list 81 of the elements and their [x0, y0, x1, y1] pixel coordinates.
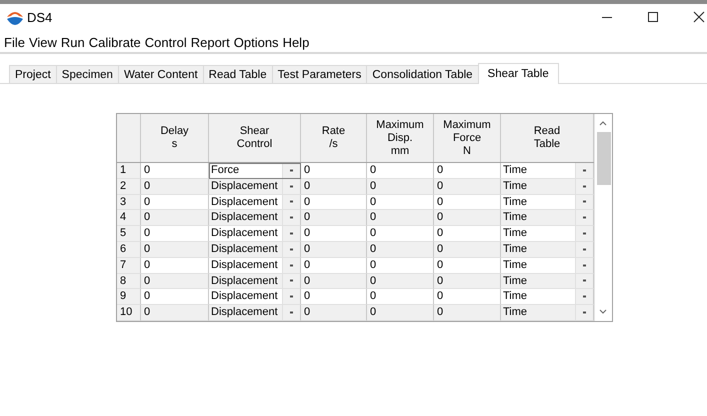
column-header: Delay s	[141, 114, 209, 162]
dropdown-icon	[290, 295, 293, 298]
menu-item[interactable]: Calibrate	[88, 34, 141, 50]
table-cell: 0	[434, 274, 501, 290]
dropdown-icon	[583, 311, 586, 314]
maximize-icon[interactable]	[647, 11, 659, 23]
table-cell: 0	[434, 210, 501, 226]
menu-item[interactable]: Options	[234, 34, 279, 50]
table-cell: 0	[434, 242, 501, 258]
column-header: Shear Control	[209, 114, 301, 162]
table-cell: 0	[434, 305, 501, 321]
row-number: 6	[117, 242, 141, 258]
dropdown-icon	[290, 168, 293, 172]
table-cell: 0	[301, 210, 367, 226]
column-header: Read Table	[501, 114, 594, 162]
tab[interactable]: Project	[9, 65, 56, 83]
table-cell: 0	[301, 305, 367, 321]
dropdown-icon	[290, 200, 293, 204]
table-cell: 0	[141, 274, 209, 290]
dropdown-icon	[290, 311, 293, 314]
row-number: 10	[117, 305, 141, 321]
dropdown-icon	[583, 232, 586, 236]
table-cell: 0	[301, 242, 367, 258]
dropdown-icon	[290, 264, 293, 267]
menu-item[interactable]: File	[4, 34, 25, 50]
dropdown-icon	[583, 248, 586, 251]
row-number: 9	[117, 289, 141, 306]
tab[interactable]: Shear Table	[478, 63, 559, 84]
scroll-down-icon[interactable]	[599, 308, 607, 315]
menu-item[interactable]: View	[28, 34, 57, 50]
tab[interactable]: Read Table	[202, 65, 272, 83]
dropdown-cell[interactable]: Time	[501, 305, 594, 321]
table-cell: 0	[367, 210, 434, 226]
column-header: Maximum Disp. mm	[367, 114, 434, 162]
table-cell: 0	[367, 178, 434, 195]
dropdown-icon	[290, 279, 293, 282]
table-cell: 0	[141, 305, 209, 321]
table-cell: 0	[367, 242, 434, 258]
table-cell: 0	[141, 242, 209, 258]
dropdown-cell[interactable]: Displacement	[209, 305, 301, 321]
menu-item[interactable]: Report	[190, 34, 230, 50]
row-number: 4	[117, 210, 141, 226]
row-number: 5	[117, 226, 141, 242]
dropdown-icon	[290, 216, 293, 220]
row-number: 2	[117, 178, 141, 195]
table-cell: 0	[301, 178, 367, 195]
dropdown-icon	[290, 248, 293, 251]
dropdown-icon	[583, 279, 586, 282]
dropdown-icon	[583, 168, 586, 172]
scroll-up-icon[interactable]	[599, 120, 607, 126]
dropdown-icon	[583, 295, 586, 298]
dropdown-icon	[583, 216, 586, 220]
tab[interactable]: Consolidation Table	[366, 65, 478, 83]
tab[interactable]: Test Parameters	[272, 65, 366, 83]
column-header: Maximum Force N	[434, 114, 501, 162]
dropdown-icon	[290, 232, 293, 236]
table-cell: 0	[367, 305, 434, 321]
corner-cell	[117, 114, 141, 162]
close-icon[interactable]	[693, 11, 705, 23]
table-cell: 0	[434, 178, 501, 195]
row-number: 7	[117, 258, 141, 274]
dropdown-icon	[583, 184, 586, 188]
menu-item[interactable]: Help	[282, 34, 310, 50]
menu-item[interactable]: Run	[60, 34, 85, 50]
row-number: 8	[117, 274, 141, 290]
table-cell: 0	[141, 210, 209, 226]
dropdown-icon	[583, 200, 586, 204]
tab[interactable]: Water Content	[118, 65, 203, 83]
dropdown-icon	[290, 184, 293, 188]
table-cell: 0	[367, 274, 434, 290]
table-cell: 0	[301, 274, 367, 290]
tab[interactable]: Specimen	[56, 65, 118, 83]
row-number: 3	[117, 194, 141, 210]
menu-item[interactable]: Control	[144, 34, 187, 50]
scrollbar[interactable]	[594, 114, 612, 321]
row-number: 1	[117, 163, 141, 179]
window-title: DS4	[27, 10, 52, 24]
column-header: Rate /s	[301, 114, 367, 162]
scroll-thumb[interactable]	[597, 132, 611, 185]
dropdown-icon	[583, 264, 586, 267]
table-cell: 0	[141, 178, 209, 195]
